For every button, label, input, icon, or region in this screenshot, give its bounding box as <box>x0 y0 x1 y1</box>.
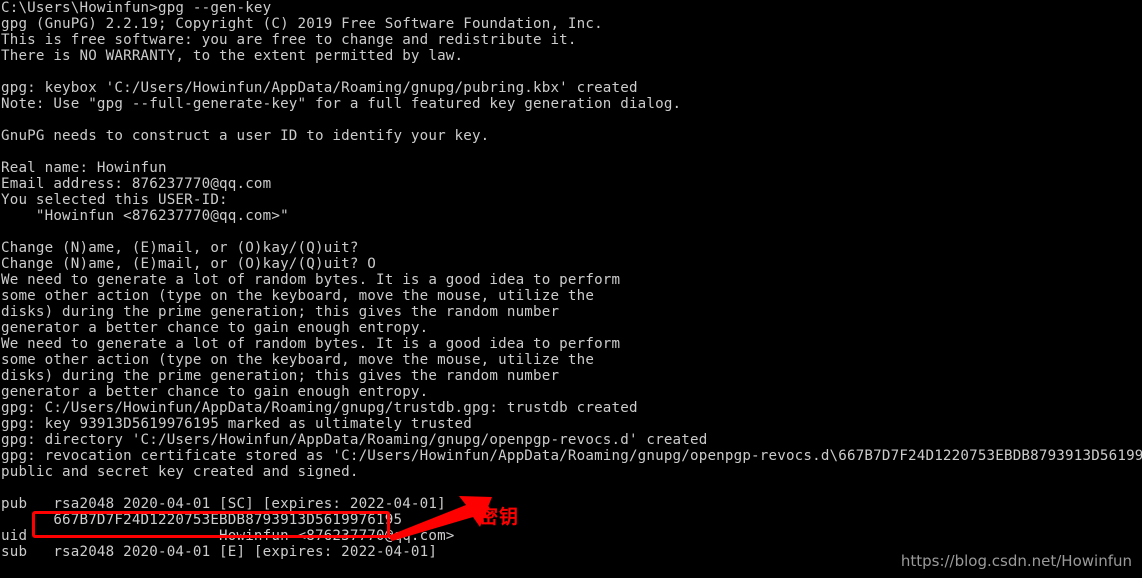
terminal-line: GnuPG needs to construct a user ID to id… <box>1 128 490 144</box>
terminal-line: C:\Users\Howinfun>gpg --gen-key <box>1 0 272 16</box>
terminal-line: Email address: 876237770@qq.com <box>1 176 272 192</box>
terminal-output[interactable]: C:\Users\Howinfun>gpg --gen-key gpg (GnuP… <box>0 0 1142 578</box>
terminal-line: Note: Use "gpg --full-generate-key" for … <box>1 96 682 112</box>
terminal-line: We need to generate a lot of random byte… <box>1 272 621 288</box>
terminal-line: pub rsa2048 2020-04-01 [SC] [expires: 20… <box>1 496 446 512</box>
terminal-line: sub rsa2048 2020-04-01 [E] [expires: 202… <box>1 544 438 560</box>
terminal-line: There is NO WARRANTY, to the extent perm… <box>1 48 464 64</box>
terminal-line: This is free software: you are free to c… <box>1 32 577 48</box>
terminal-line: uid Howinfun <876237770@qq.com> <box>1 528 455 544</box>
terminal-line: disks) during the prime generation; this… <box>1 368 560 384</box>
terminal-window[interactable]: C:\Users\Howinfun>gpg --gen-key gpg (GnuP… <box>0 0 1142 578</box>
terminal-line: gpg (GnuPG) 2.2.19; Copyright (C) 2019 F… <box>1 16 603 32</box>
terminal-line: gpg: directory 'C:/Users/Howinfun/AppDat… <box>1 432 708 448</box>
terminal-line: gpg: revocation certificate stored as 'C… <box>1 448 1142 464</box>
terminal-line: 667B7D7F24D1220753EBDB8793913D5619976195 <box>1 512 403 528</box>
terminal-line: gpg: keybox 'C:/Users/Howinfun/AppData/R… <box>1 80 638 96</box>
terminal-line: Change (N)ame, (E)mail, or (O)kay/(Q)uit… <box>1 240 359 256</box>
terminal-line: generator a better chance to gain enough… <box>1 320 429 336</box>
terminal-line: We need to generate a lot of random byte… <box>1 336 621 352</box>
terminal-line: disks) during the prime generation; this… <box>1 304 560 320</box>
terminal-line: Change (N)ame, (E)mail, or (O)kay/(Q)uit… <box>1 256 377 272</box>
terminal-line: some other action (type on the keyboard,… <box>1 288 595 304</box>
terminal-line: some other action (type on the keyboard,… <box>1 352 595 368</box>
terminal-line: generator a better chance to gain enough… <box>1 384 429 400</box>
terminal-line: "Howinfun <876237770@qq.com>" <box>1 208 289 224</box>
terminal-line: gpg: key 93913D5619976195 marked as ulti… <box>1 416 472 432</box>
terminal-line: gpg: C:/Users/Howinfun/AppData/Roaming/g… <box>1 400 638 416</box>
terminal-line: You selected this USER-ID: <box>1 192 228 208</box>
terminal-line: Real name: Howinfun <box>1 160 167 176</box>
terminal-line: public and secret key created and signed… <box>1 464 359 480</box>
